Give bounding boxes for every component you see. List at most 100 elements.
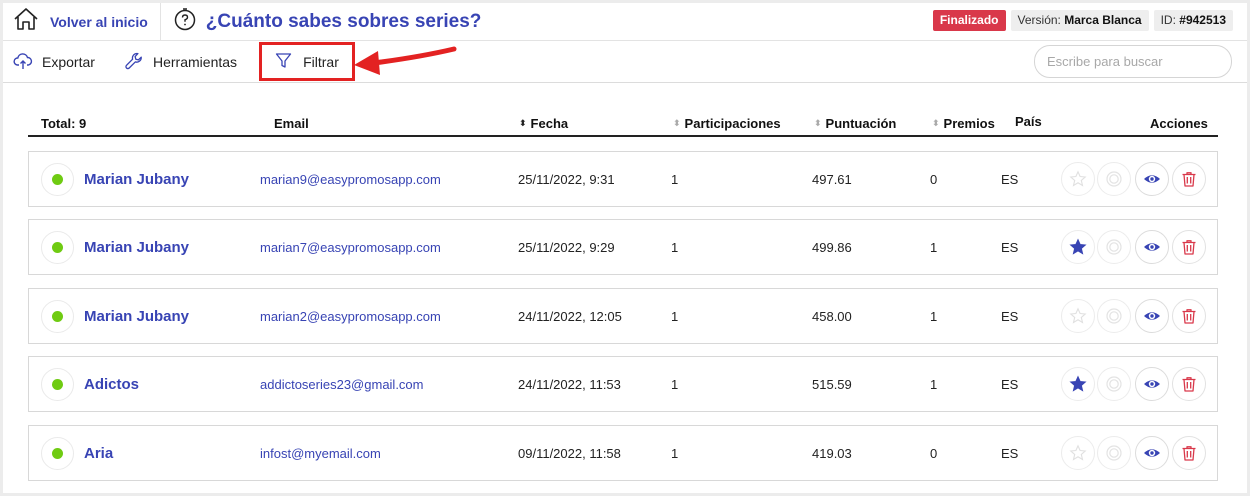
- participant-email[interactable]: marian9@easypromosapp.com: [260, 152, 441, 206]
- view-button[interactable]: [1135, 230, 1169, 264]
- award-prize-button[interactable]: [1097, 367, 1131, 401]
- award-prize-button[interactable]: [1097, 230, 1131, 264]
- status-indicator: [41, 437, 74, 470]
- score-value: 419.03: [812, 445, 852, 461]
- delete-button[interactable]: [1172, 162, 1206, 196]
- export-button[interactable]: Exportar: [13, 41, 95, 83]
- view-button[interactable]: [1135, 299, 1169, 333]
- participant-name[interactable]: Marian Jubany: [84, 220, 189, 274]
- participant-email[interactable]: marian2@easypromosapp.com: [260, 289, 441, 343]
- participations-count: 1: [671, 308, 679, 324]
- online-dot-icon: [52, 379, 63, 390]
- status-badge: Finalizado: [932, 10, 1006, 31]
- participant-name[interactable]: Marian Jubany: [84, 289, 189, 343]
- star-outline-icon: [1069, 307, 1087, 324]
- view-button[interactable]: [1135, 367, 1169, 401]
- participant-email[interactable]: marian7@easypromosapp.com: [260, 220, 441, 274]
- participant-name[interactable]: Aria: [84, 426, 113, 480]
- participation-date: 24/11/2022, 12:05: [518, 308, 622, 324]
- id-label: ID:: [1160, 13, 1176, 27]
- column-country: País: [1015, 114, 1042, 129]
- toolbar: Exportar Herramientas Filtrar: [3, 41, 1247, 83]
- participant-email[interactable]: addictoseries23@gmail.com: [260, 357, 424, 411]
- id-badge: ID: #942513: [1153, 10, 1233, 31]
- home-label: Volver al inicio: [50, 13, 148, 30]
- trash-icon: [1182, 309, 1196, 324]
- favorite-button[interactable]: [1061, 436, 1095, 470]
- search-input[interactable]: [1034, 45, 1232, 78]
- cloud-upload-icon: [13, 51, 42, 74]
- score-value: 458.00: [812, 308, 852, 324]
- star-filled-icon: [1069, 238, 1087, 255]
- home-icon: [13, 7, 39, 36]
- view-button[interactable]: [1135, 436, 1169, 470]
- status-indicator: [41, 163, 74, 196]
- participation-date: 24/11/2022, 11:53: [518, 376, 621, 392]
- online-dot-icon: [52, 311, 63, 322]
- star-filled-icon: [1069, 375, 1087, 392]
- trash-icon: [1182, 446, 1196, 461]
- online-dot-icon: [52, 242, 63, 253]
- online-dot-icon: [52, 448, 63, 459]
- sort-icon: ⬍: [814, 118, 822, 128]
- eye-icon: [1144, 449, 1160, 457]
- column-actions: Acciones: [1150, 116, 1208, 131]
- favorite-button[interactable]: [1061, 299, 1095, 333]
- award-prize-button[interactable]: [1097, 162, 1131, 196]
- column-participations[interactable]: ⬍ Participaciones: [673, 116, 781, 131]
- trash-icon: [1182, 377, 1196, 392]
- table-row: Marian Jubany marian9@easypromosapp.com …: [28, 151, 1218, 207]
- status-indicator: [41, 368, 74, 401]
- award-prize-button[interactable]: [1097, 299, 1131, 333]
- sort-icon: ⬍: [932, 118, 940, 128]
- version-value: Marca Blanca: [1064, 13, 1142, 27]
- table-row: Marian Jubany marian7@easypromosapp.com …: [28, 219, 1218, 275]
- badge-icon: [1106, 445, 1122, 461]
- prizes-count: 1: [930, 239, 938, 255]
- participation-date: 25/11/2022, 9:29: [518, 239, 615, 255]
- version-badge: Versión: Marca Blanca: [1010, 10, 1149, 31]
- delete-button[interactable]: [1172, 230, 1206, 264]
- badge-icon: [1106, 171, 1122, 187]
- page-title: ¿Cuánto sabes sobres series?: [205, 10, 482, 32]
- view-button[interactable]: [1135, 162, 1169, 196]
- eye-icon: [1144, 243, 1160, 251]
- delete-button[interactable]: [1172, 436, 1206, 470]
- column-score-label: Puntuación: [825, 116, 897, 131]
- country-code: ES: [1001, 308, 1019, 324]
- online-dot-icon: [52, 174, 63, 185]
- tools-button[interactable]: Herramientas: [124, 41, 237, 83]
- column-score[interactable]: ⬍ Puntuación: [814, 116, 896, 131]
- participant-name[interactable]: Marian Jubany: [84, 152, 189, 206]
- score-value: 499.86: [812, 239, 852, 255]
- prizes-count: 0: [930, 171, 938, 187]
- country-code: ES: [1001, 239, 1019, 255]
- table-row: Adictos addictoseries23@gmail.com 24/11/…: [28, 356, 1218, 412]
- id-value: #942513: [1179, 13, 1226, 27]
- column-participations-label: Participaciones: [684, 116, 781, 131]
- favorite-button[interactable]: [1061, 162, 1095, 196]
- export-label: Exportar: [42, 54, 95, 70]
- country-code: ES: [1001, 376, 1019, 392]
- home-button[interactable]: Volver al inicio: [3, 2, 161, 41]
- table-row: Marian Jubany marian2@easypromosapp.com …: [28, 288, 1218, 344]
- favorite-button[interactable]: [1061, 230, 1095, 264]
- award-prize-button[interactable]: [1097, 436, 1131, 470]
- delete-button[interactable]: [1172, 299, 1206, 333]
- eye-icon: [1144, 380, 1160, 388]
- participant-email[interactable]: infost@myemail.com: [260, 426, 381, 480]
- score-value: 497.61: [812, 171, 852, 187]
- badge-icon: [1106, 308, 1122, 324]
- delete-button[interactable]: [1172, 367, 1206, 401]
- table-row: Aria infost@myemail.com 09/11/2022, 11:5…: [28, 425, 1218, 481]
- column-date[interactable]: ⬍ Fecha: [519, 116, 568, 131]
- favorite-button[interactable]: [1061, 367, 1095, 401]
- column-prizes[interactable]: ⬍ Premios: [932, 116, 995, 131]
- star-outline-icon: [1069, 170, 1087, 187]
- status-indicator: [41, 300, 74, 333]
- top-bar: Volver al inicio ¿Cuánto sabes sobres se…: [3, 2, 1247, 41]
- annotation-arrow-icon: [354, 46, 457, 75]
- filter-button[interactable]: Filtrar: [259, 42, 355, 81]
- trash-icon: [1182, 172, 1196, 187]
- participant-name[interactable]: Adictos: [84, 357, 139, 411]
